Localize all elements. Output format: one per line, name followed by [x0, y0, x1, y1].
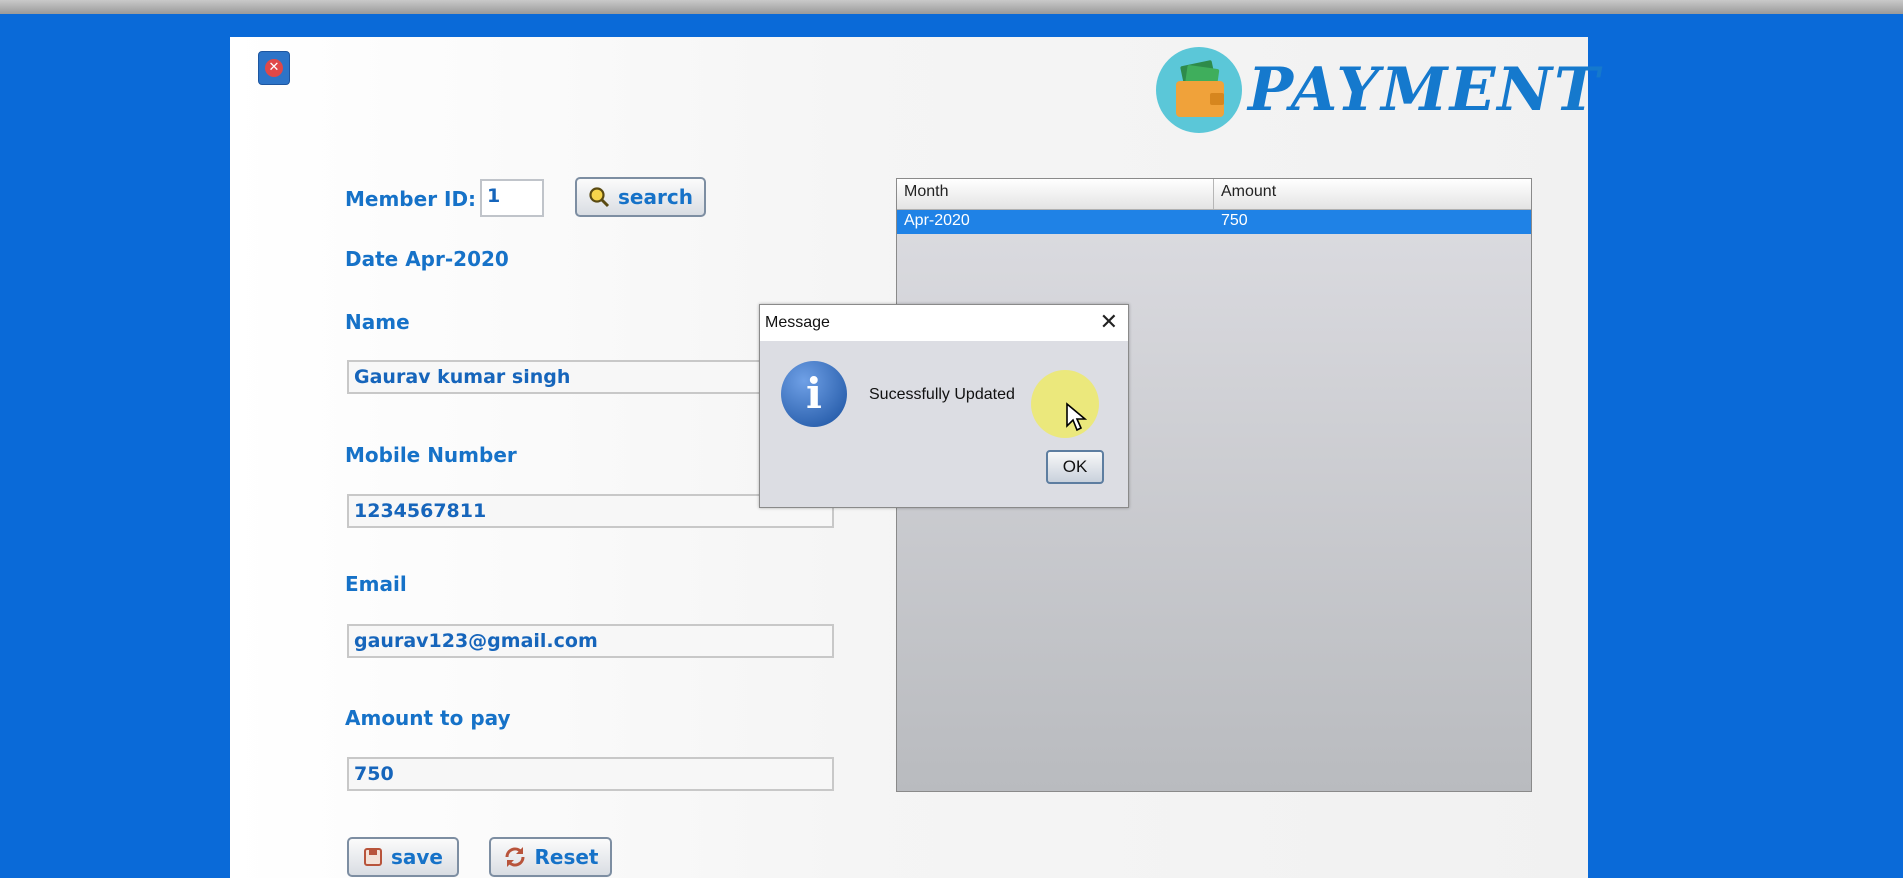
search-button-label: search — [618, 185, 693, 209]
dialog-close-icon[interactable]: ✕ — [1100, 310, 1118, 335]
reset-button-label: Reset — [534, 845, 599, 869]
payment-logo: PAYMENT — [1156, 47, 1599, 137]
dialog-message: Sucessfully Updated — [869, 386, 1015, 403]
column-header-month[interactable]: Month — [897, 179, 1214, 209]
close-button[interactable]: ✕ — [258, 51, 290, 85]
search-button[interactable]: search — [575, 177, 706, 217]
name-label: Name — [345, 310, 410, 334]
dialog-title-text: Message — [765, 314, 830, 331]
close-icon: ✕ — [265, 59, 283, 77]
date-label-text: Date — [345, 247, 399, 271]
mobile-label: Mobile Number — [345, 443, 517, 467]
dialog-title: Message ✕ — [760, 305, 1128, 341]
date-value: Apr-2020 — [405, 247, 509, 271]
window-top-strip — [0, 0, 1903, 14]
logo-title: PAYMENT — [1248, 55, 1601, 125]
reset-button[interactable]: Reset — [489, 837, 612, 877]
amount-field[interactable]: 750 — [347, 757, 834, 791]
wallet-money-icon — [1156, 47, 1242, 133]
date-label: Date Apr-2020 — [345, 247, 509, 271]
member-id-input[interactable]: 1 — [480, 179, 544, 217]
email-field[interactable]: gaurav123@gmail.com — [347, 624, 834, 658]
table-row[interactable]: Apr-2020 750 — [897, 210, 1531, 234]
cell-amount: 750 — [1221, 212, 1248, 229]
refresh-icon — [505, 847, 524, 867]
save-icon — [363, 848, 382, 866]
cell-month: Apr-2020 — [904, 212, 970, 229]
save-button[interactable]: save — [347, 837, 459, 877]
info-icon: i — [781, 361, 847, 427]
email-label: Email — [345, 572, 407, 596]
save-button-label: save — [390, 845, 443, 869]
mouse-cursor-icon — [1066, 402, 1087, 432]
column-header-amount[interactable]: Amount — [1214, 179, 1531, 209]
table-header: Month Amount — [897, 179, 1531, 210]
amount-label: Amount to pay — [345, 706, 511, 730]
member-id-label: Member ID: — [345, 187, 477, 211]
ok-button[interactable]: OK — [1046, 450, 1104, 484]
search-icon — [589, 187, 610, 208]
